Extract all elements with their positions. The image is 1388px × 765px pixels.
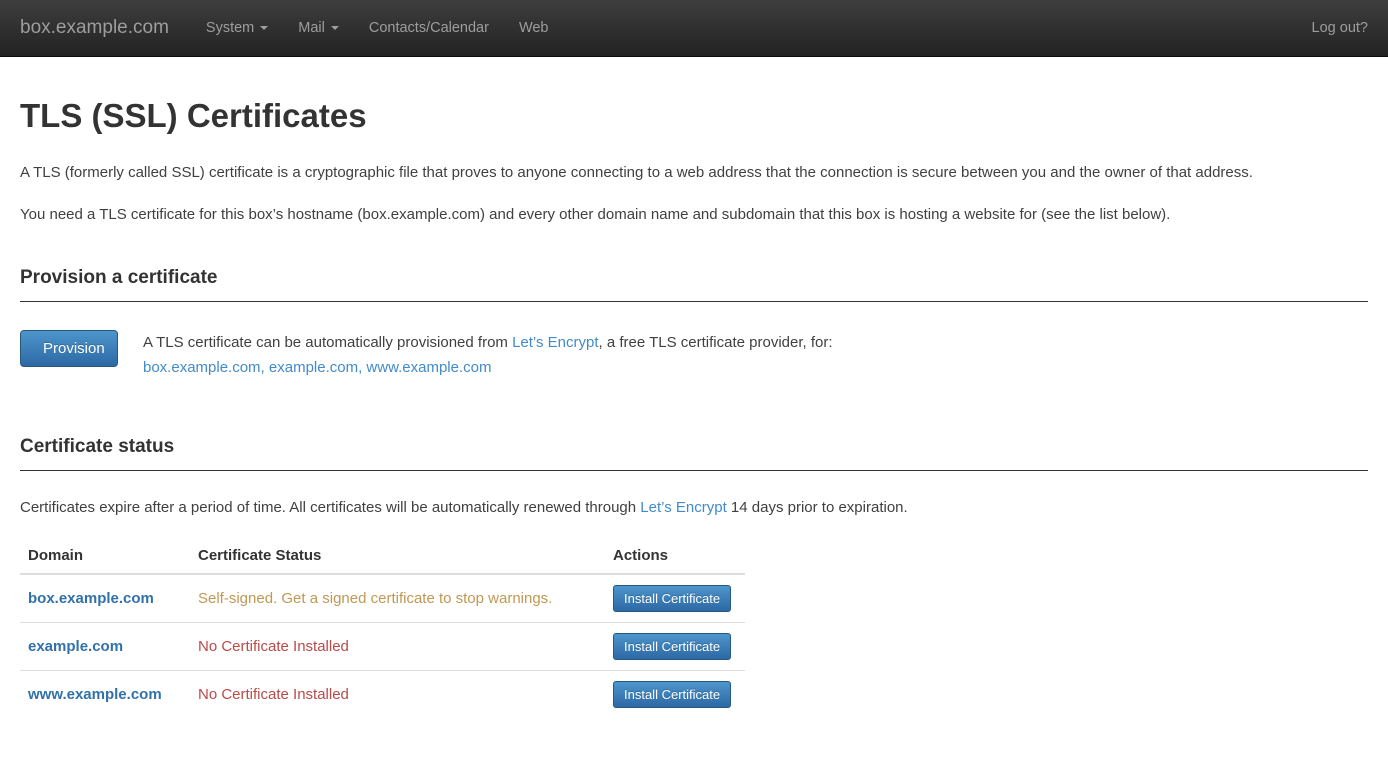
caret-down-icon [331,26,339,30]
domain-link[interactable]: www.example.com [28,686,162,703]
nav-item-label: Contacts/Calendar [369,20,489,36]
table-row: example.com No Certificate Installed Ins… [20,623,745,671]
domain-link[interactable]: box.example.com [28,590,154,607]
navbar-menu: System Mail Contacts/Calendar Web [191,2,1312,54]
status-text-before: Certificates expire after a period of ti… [20,499,640,516]
certificate-status-text: No Certificate Installed [198,638,349,655]
table-row: www.example.com No Certificate Installed… [20,671,745,719]
install-certificate-button[interactable]: Install Certificate [613,681,731,708]
install-certificate-button[interactable]: Install Certificate [613,633,731,660]
provision-button[interactable]: Provision [20,330,118,367]
intro-paragraph-2: You need a TLS certificate for this box’… [20,203,1368,227]
main-content: TLS (SSL) Certificates A TLS (formerly c… [0,97,1388,718]
status-description: Certificates expire after a period of ti… [20,499,1368,516]
certificate-status-text: Self-signed. Get a signed certificate to… [198,590,552,607]
nav-item-system[interactable]: System [191,2,283,54]
nav-item-web[interactable]: Web [504,2,564,54]
status-section-heading: Certificate status [20,436,1368,471]
nav-item-contacts-calendar[interactable]: Contacts/Calendar [354,2,504,54]
provision-row: Provision A TLS certificate can be autom… [20,330,1368,380]
page-title: TLS (SSL) Certificates [20,97,1368,135]
nav-item-label: Web [519,20,549,36]
provision-description: A TLS certificate can be automatically p… [143,330,833,380]
nav-item-label: Mail [298,20,325,36]
provision-domains-list: box.example.com, example.com, www.exampl… [143,359,491,376]
caret-down-icon [260,26,268,30]
install-certificate-button[interactable]: Install Certificate [613,585,731,612]
logout-link[interactable]: Log out? [1312,20,1368,36]
provision-section-heading: Provision a certificate [20,267,1368,302]
domain-link[interactable]: example.com [28,638,123,655]
top-navbar: box.example.com System Mail Contacts/Cal… [0,0,1388,57]
provision-text-after: , a free TLS certificate provider, for: [599,334,833,351]
column-header-certificate-status: Certificate Status [190,538,605,574]
table-header-row: Domain Certificate Status Actions [20,538,745,574]
provision-text-before: A TLS certificate can be automatically p… [143,334,512,351]
nav-item-mail[interactable]: Mail [283,2,354,54]
status-text-after: 14 days prior to expiration. [727,499,908,516]
lets-encrypt-link[interactable]: Let’s Encrypt [640,499,726,516]
navbar-brand[interactable]: box.example.com [20,17,169,39]
lets-encrypt-link[interactable]: Let’s Encrypt [512,334,598,351]
intro-paragraph-1: A TLS (formerly called SSL) certificate … [20,161,1368,185]
column-header-domain: Domain [20,538,190,574]
certificate-status-text: No Certificate Installed [198,686,349,703]
table-row: box.example.com Self-signed. Get a signe… [20,574,745,623]
column-header-actions: Actions [605,538,745,574]
nav-item-label: System [206,20,254,36]
certificate-table: Domain Certificate Status Actions box.ex… [20,538,745,718]
